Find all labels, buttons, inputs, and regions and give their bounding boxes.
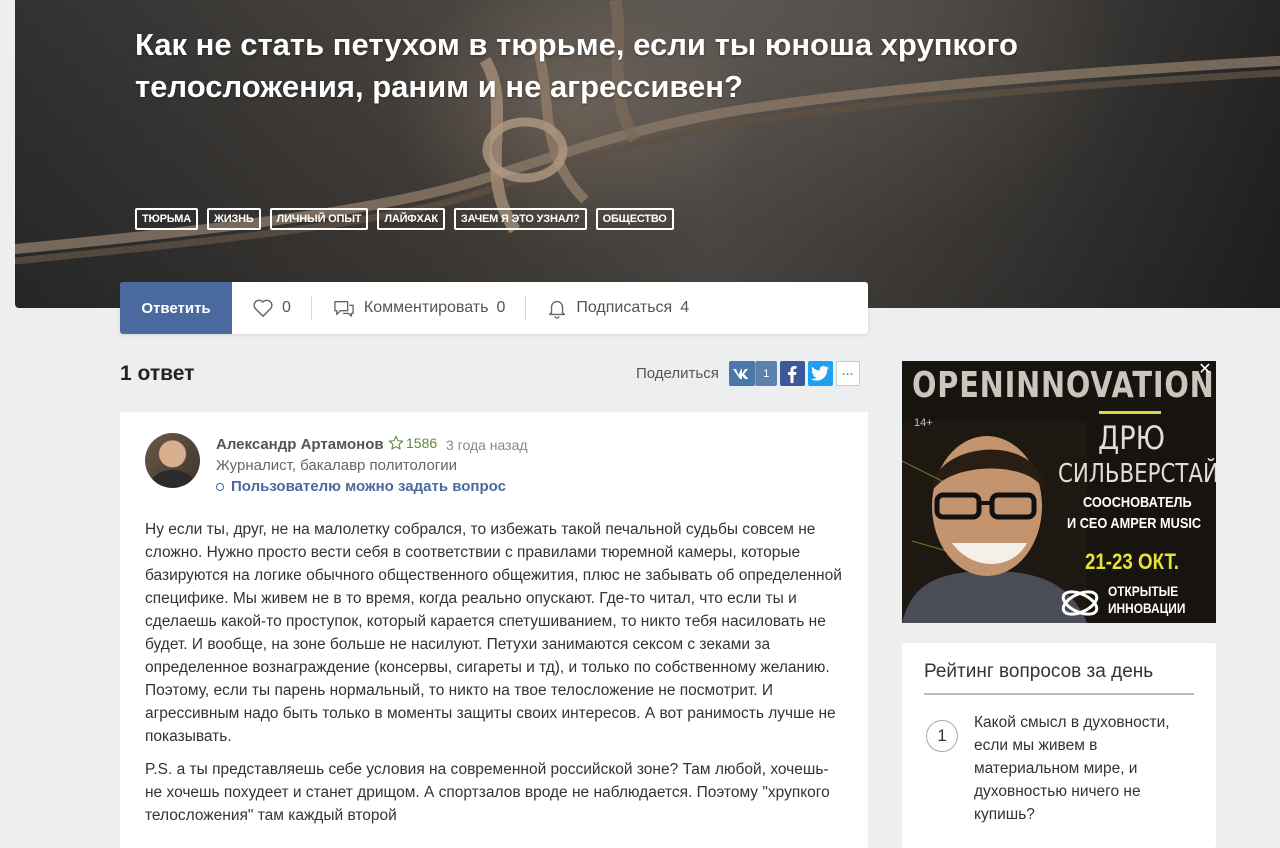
comment-count: 0 <box>496 299 506 316</box>
tag-item[interactable]: личный опыт <box>269 208 369 230</box>
twitter-icon <box>811 366 830 381</box>
ask-user-link[interactable]: Пользователю можно задать вопрос <box>216 478 506 495</box>
comment-button[interactable]: Комментировать 0 <box>310 296 525 320</box>
tag-list: тюрьма жизнь личный опыт лайфхак зачем я… <box>135 208 674 230</box>
ad-brand-title: OPENINNOVATIONS <box>912 365 1216 406</box>
answer-button[interactable]: Ответить <box>120 282 232 334</box>
close-icon[interactable]: ✕ <box>1196 361 1214 379</box>
question-action-bar: Ответить 0 Комментировать 0 Подписаться … <box>120 282 868 334</box>
answer-paragraph: Ну если ты, друг, не на малолетку собрал… <box>145 521 842 745</box>
share-label: Поделиться <box>636 365 719 382</box>
tag-item[interactable]: лайфхак <box>377 208 445 230</box>
ad-logo-text: ОТКРЫТЫЕ <box>1108 583 1179 599</box>
ad-banner[interactable]: OPENINNOVATIONS ✕ 14+ ДРЮ СИЛЬВЕРСТАЙН С… <box>902 361 1216 623</box>
daily-rating-title: Рейтинг вопросов за день <box>924 661 1194 695</box>
comment-icon <box>334 300 354 317</box>
vk-share-button[interactable] <box>728 361 755 386</box>
comment-label: Комментировать <box>363 299 489 316</box>
facebook-icon <box>788 365 797 383</box>
circle-icon <box>216 482 224 491</box>
author-description: Журналист, бакалавр политологии <box>216 457 458 474</box>
rated-question-link[interactable]: Какой смысл в духовности, если мы живем … <box>974 711 1189 826</box>
star-icon <box>388 435 404 450</box>
ad-speaker-role: СООСНОВАТЕЛЬ <box>1083 494 1192 511</box>
tag-item[interactable]: общество <box>595 208 674 230</box>
open-innovations-logo-icon <box>1061 590 1099 616</box>
rating-value: 1586 <box>406 435 438 451</box>
ad-speaker-first-name: ДРЮ <box>1098 419 1166 457</box>
author-name[interactable]: Александр Артамонов <box>216 436 384 453</box>
more-share-button[interactable]: ··· <box>835 361 860 386</box>
tag-item[interactable]: тюрьма <box>135 208 198 230</box>
question-title: Как не стать петухом в тюрьме, если ты ю… <box>135 27 1018 104</box>
facebook-share-button[interactable] <box>779 361 805 386</box>
tag-item[interactable]: зачем я это узнал? <box>453 208 587 230</box>
subscribe-label: Подписаться <box>576 299 673 316</box>
answer-card: Александр Артамонов 1586 3 года назад Жу… <box>120 412 868 848</box>
like-button[interactable]: 0 <box>232 296 311 320</box>
daily-rating-widget: Рейтинг вопросов за день 1 Какой смысл в… <box>902 643 1216 848</box>
question-hero: Как не стать петухом в тюрьме, если ты ю… <box>15 0 1280 308</box>
twitter-share-button[interactable] <box>807 361 833 386</box>
bell-icon <box>549 300 566 319</box>
vk-share-count: 1 <box>754 361 777 386</box>
answers-count-heading: 1 ответ <box>120 362 195 385</box>
like-count: 0 <box>282 299 291 316</box>
ad-age-rating: 14+ <box>914 417 933 429</box>
ad-accent-line <box>1099 411 1161 414</box>
ad-event-dates: 21-23 ОКТ. <box>1085 549 1179 574</box>
heart-icon <box>253 299 273 317</box>
subscriber-count: 4 <box>680 299 690 316</box>
tag-item[interactable]: жизнь <box>206 208 261 230</box>
answer-paragraph: P.S. а ты представляешь себе условия на … <box>145 761 830 824</box>
author-rating: 1586 <box>388 435 437 451</box>
ad-logo-text: ИННОВАЦИИ <box>1108 600 1186 616</box>
answer-body: Ну если ты, друг, не на малолетку собрал… <box>145 518 845 837</box>
vk-icon <box>732 368 749 379</box>
avatar[interactable] <box>145 433 200 488</box>
ad-speaker-role: И CEO AMPER MUSIC <box>1067 515 1202 532</box>
share-bar: Поделиться 1 ··· <box>636 361 860 386</box>
rank-badge: 1 <box>926 720 958 752</box>
ask-user-label: Пользователю можно задать вопрос <box>231 478 506 495</box>
answer-time: 3 года назад <box>446 437 528 453</box>
ad-speaker-last-name: СИЛЬВЕРСТАЙН <box>1058 459 1216 489</box>
subscribe-button[interactable]: Подписаться 4 <box>525 296 709 320</box>
